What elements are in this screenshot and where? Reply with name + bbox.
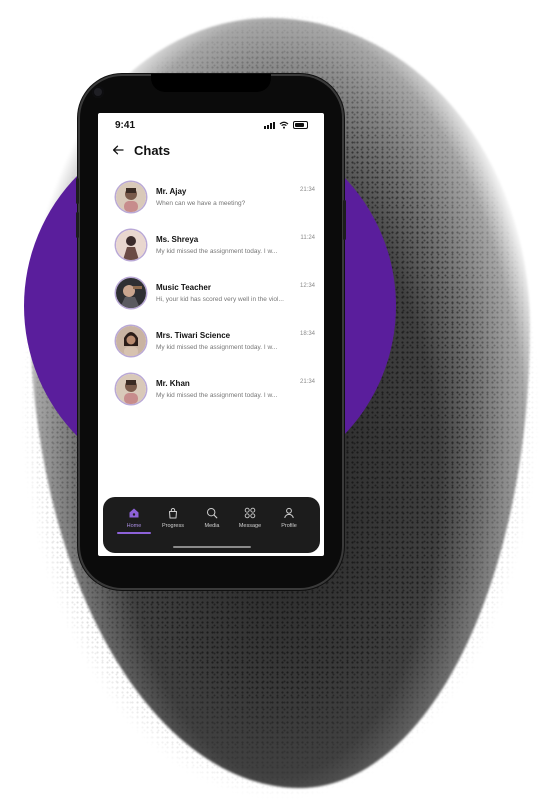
back-arrow-icon[interactable] xyxy=(112,144,124,157)
wifi-icon xyxy=(279,121,289,129)
phone-notch xyxy=(151,74,271,92)
chat-time: 21:34 xyxy=(299,379,315,385)
chat-preview: My kid missed the assignment today. I w.… xyxy=(156,391,278,399)
volume-up-button xyxy=(76,178,79,204)
nav-label: Media xyxy=(204,523,220,529)
volume-down-button xyxy=(76,212,79,238)
avatar xyxy=(116,374,146,404)
chat-name: Mr. Ajay xyxy=(156,186,187,196)
nav-label: Progress xyxy=(161,523,184,529)
front-camera xyxy=(92,86,104,98)
search-icon xyxy=(206,507,218,519)
chat-name: Mrs. Tiwari Science xyxy=(156,330,231,340)
chat-item-mr-ajay[interactable]: Mr. Ajay When can we have a meeting? 21:… xyxy=(98,173,324,221)
bag-icon xyxy=(169,508,177,519)
avatar xyxy=(116,278,146,308)
phone-screen: 9:41 Chats Mr. Ajay When can we have a m… xyxy=(98,113,324,556)
chat-item-music-teacher[interactable]: Music Teacher Hi, your kid has scored ve… xyxy=(98,269,324,317)
status-time: 9:41 xyxy=(115,119,136,131)
person-icon xyxy=(284,507,294,519)
status-bar: 9:41 xyxy=(98,113,324,137)
chat-list: Mr. Ajay When can we have a meeting? 21:… xyxy=(98,173,324,413)
nav-item-media[interactable]: Media xyxy=(192,507,232,529)
nav-item-message[interactable]: Message xyxy=(230,507,270,529)
chat-item-ms-shreya[interactable]: Ms. Shreya My kid missed the assignment … xyxy=(98,221,324,269)
nav-label: Home xyxy=(126,523,142,529)
chat-preview: Hi, your kid has scored very well in the… xyxy=(156,295,284,303)
chat-time: 12:34 xyxy=(299,283,315,289)
home-icon xyxy=(129,508,139,518)
nav-label: Message xyxy=(238,523,262,529)
status-icons xyxy=(264,121,308,129)
chat-name: Ms. Shreya xyxy=(156,234,199,244)
nav-item-progress[interactable]: Progress xyxy=(153,507,193,529)
chat-item-mrs-tiwari-science[interactable]: Mrs. Tiwari Science My kid missed the as… xyxy=(98,317,324,365)
battery-icon xyxy=(293,121,308,129)
chat-preview: My kid missed the assignment today. I w.… xyxy=(156,343,278,351)
power-button xyxy=(343,200,346,240)
grid-icon xyxy=(244,507,256,519)
avatar xyxy=(116,182,146,212)
avatar xyxy=(116,326,146,356)
chat-item-mr-khan[interactable]: Mr. Khan My kid missed the assignment to… xyxy=(98,365,324,413)
chat-preview: My kid missed the assignment today. I w.… xyxy=(156,247,278,255)
signal-icon xyxy=(264,121,275,129)
nav-label: Profile xyxy=(281,523,297,529)
nav-item-profile[interactable]: Profile xyxy=(269,507,309,529)
bottom-nav: Home Progress Media Message Profile xyxy=(103,497,320,553)
chats-header: Chats xyxy=(112,143,170,158)
nav-item-home[interactable]: Home xyxy=(114,507,154,534)
chat-time: 11:24 xyxy=(300,235,315,241)
chat-time: 21:34 xyxy=(299,187,315,193)
chat-time: 18:34 xyxy=(299,331,315,337)
active-indicator xyxy=(117,532,151,534)
home-indicator xyxy=(173,546,251,548)
chat-preview: When can we have a meeting? xyxy=(156,199,246,207)
chat-name: Music Teacher xyxy=(156,282,211,292)
avatar xyxy=(116,230,146,260)
chat-name: Mr. Khan xyxy=(156,378,190,388)
page-title: Chats xyxy=(134,143,171,158)
